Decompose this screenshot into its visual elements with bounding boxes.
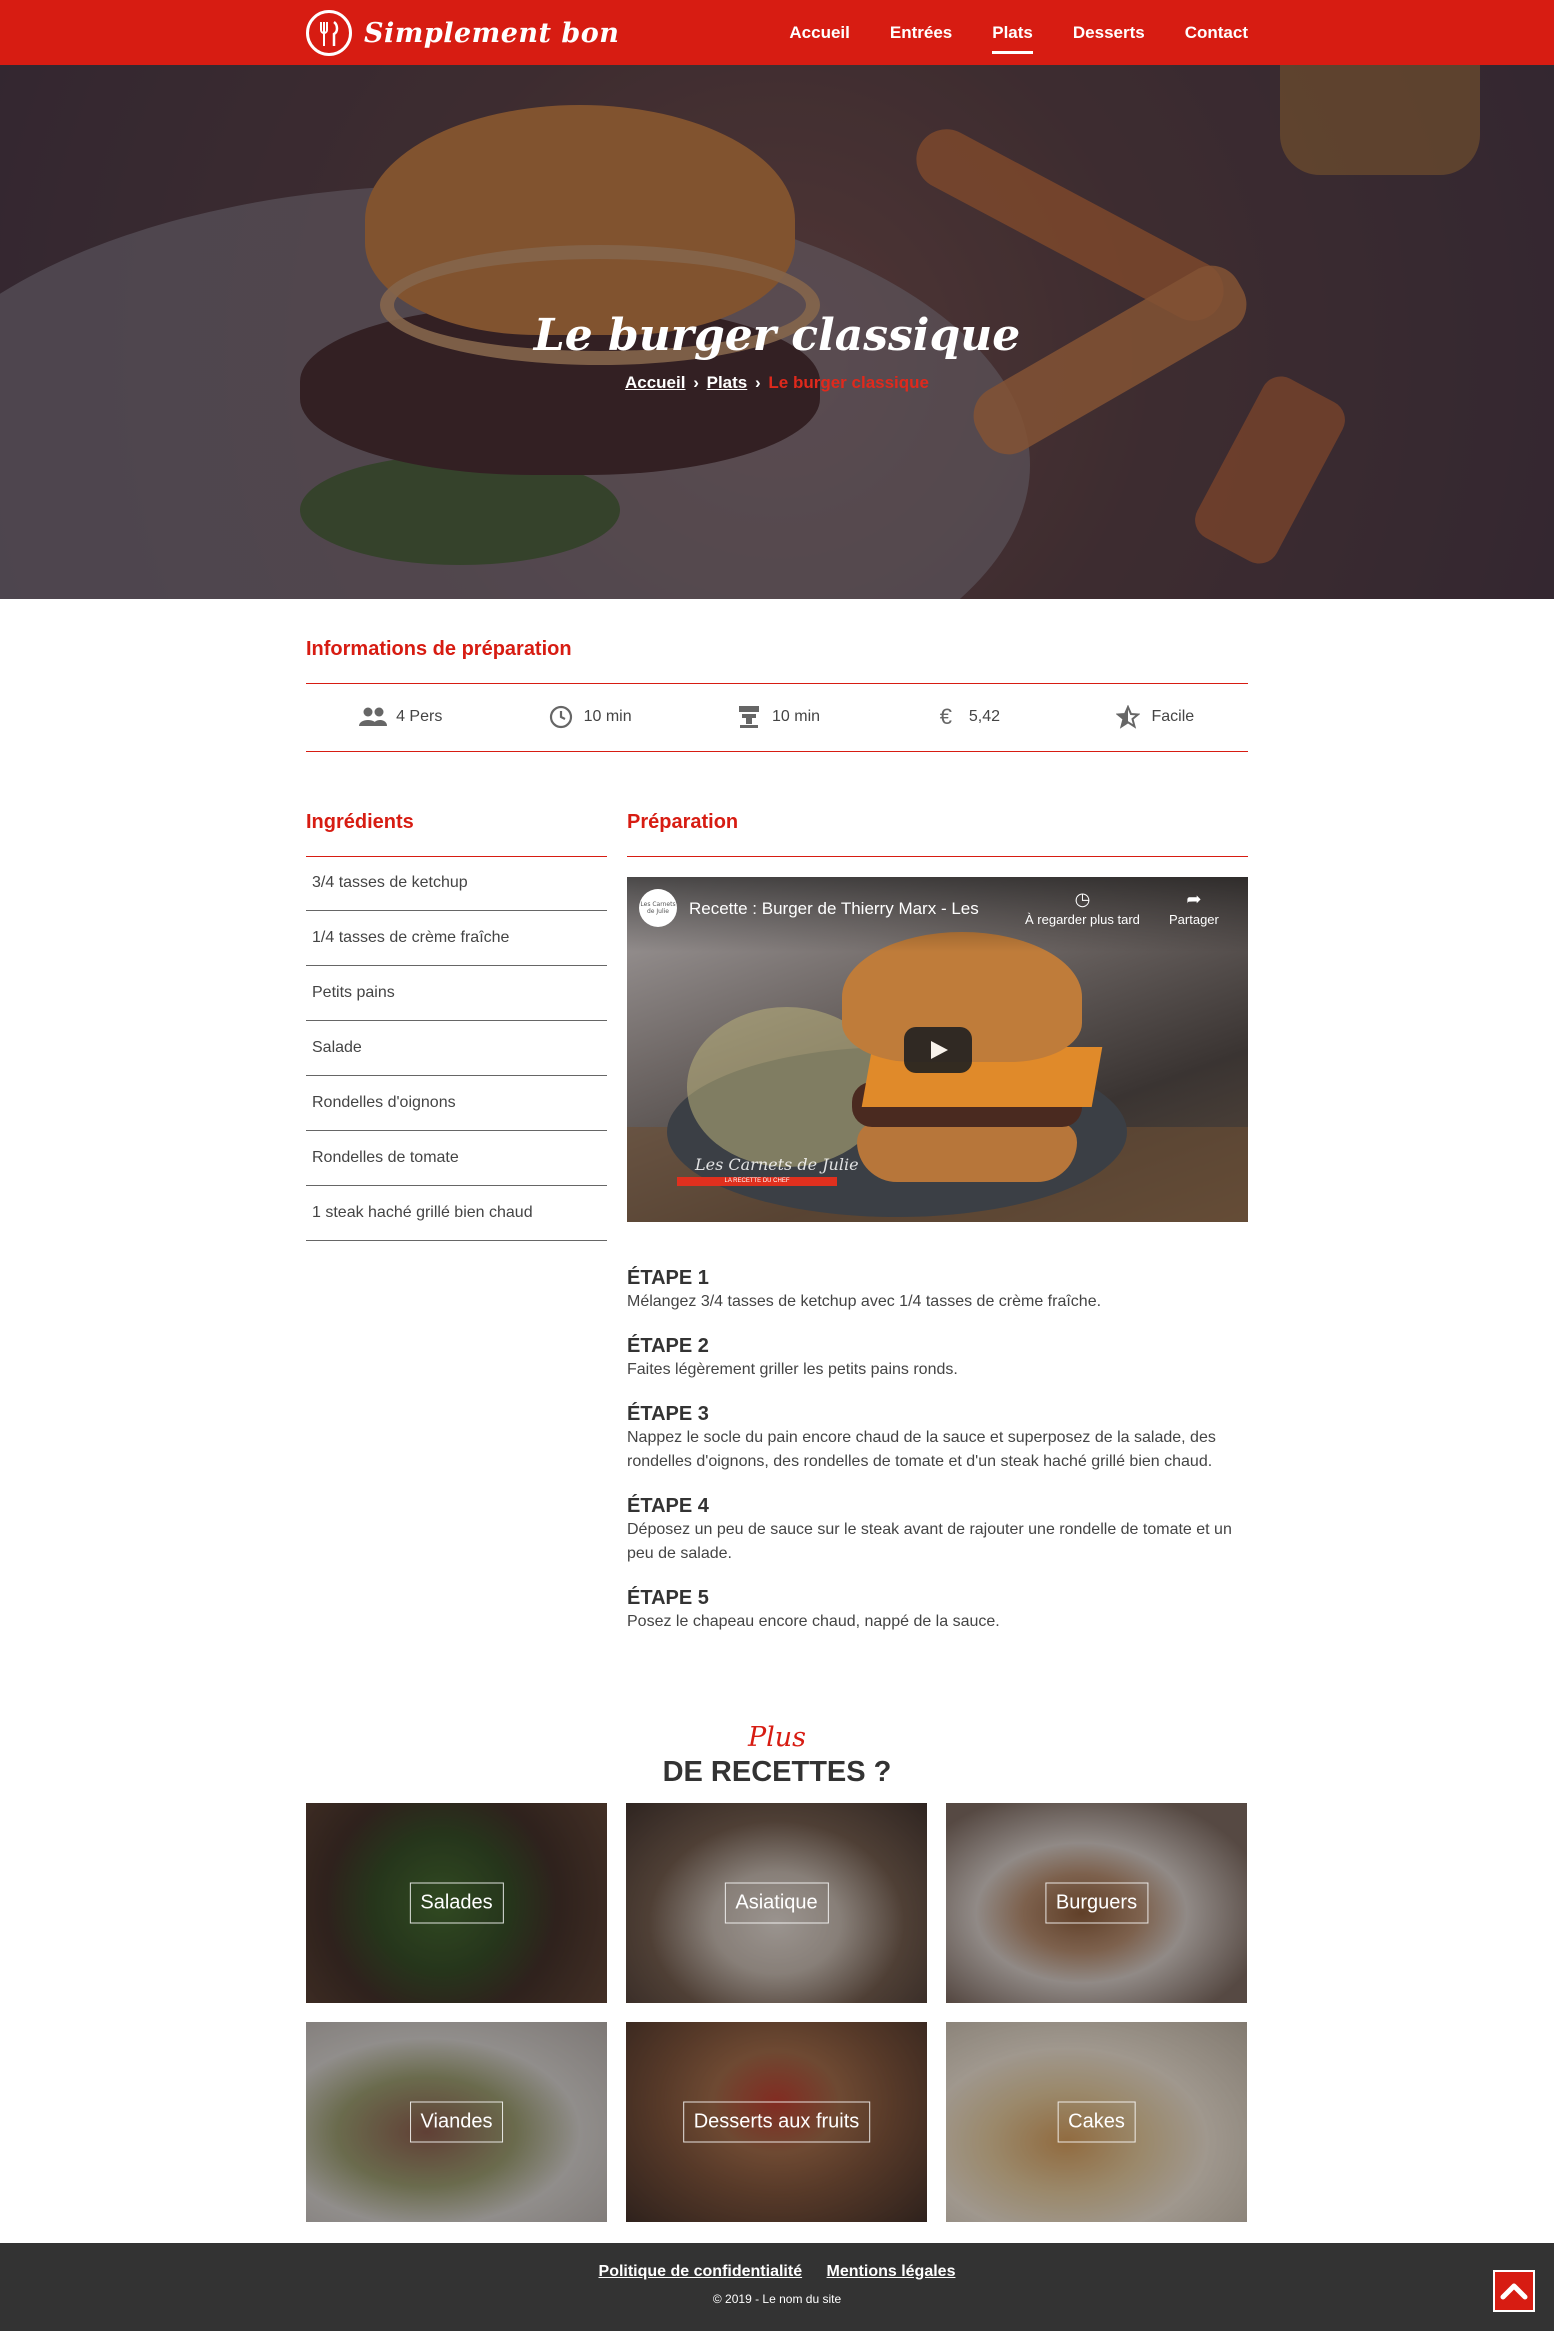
step: ÉTAPE 5 Posez le chapeau encore chaud, n… [627,1586,1248,1634]
category-card-cakes[interactable]: Cakes [946,2022,1247,2222]
list-item: 1/4 tasses de crème fraîche [306,911,607,966]
chevron-right-icon: › [754,373,761,392]
brand-name: Simplement bon [364,17,620,49]
page-title: Le burger classique [533,310,1021,361]
step: ÉTAPE 2 Faites légèrement griller les pe… [627,1334,1248,1382]
step-title: ÉTAPE 2 [627,1335,709,1357]
breadcrumb-current: Le burger classique [768,373,930,392]
share-label: Partager [1169,912,1219,927]
info-servings-value: 4 Pers [396,708,443,725]
info-cook-time-value: 10 min [772,708,821,725]
step-title: ÉTAPE 4 [627,1495,709,1517]
list-item: 1 steak haché grillé bien chaud [306,1186,607,1241]
preparation-infos: 4 Pers 10 min 10 min € 5,42 Facile [306,683,1248,751]
step: ÉTAPE 3 Nappez le socle du pain encore c… [627,1402,1248,1474]
card-label: Burguers [1044,1882,1149,1924]
nav-item-accueil[interactable]: Accueil [789,23,849,43]
chevron-right-icon: › [693,373,699,392]
video-logo: Les Carnets de Julie [695,1155,859,1174]
info-prep-time: 10 min [494,683,682,751]
card-label: Viandes [409,2101,504,2143]
nav-item-desserts[interactable]: Desserts [1073,23,1145,43]
step-title: ÉTAPE 1 [627,1267,709,1289]
fork-knife-icon [306,10,352,56]
info-cook-time: 10 min [683,683,871,751]
hero-banner: Le burger classique Accueil › Plats › Le… [0,65,1554,599]
main-nav: Accueil Entrées Plats Desserts Contact [749,0,1248,65]
legal-link[interactable]: Mentions légales [827,2263,956,2280]
step-title: ÉTAPE 5 [627,1587,709,1609]
copyright: © 2019 - Le nom du site [712,2292,842,2306]
step-text: Mélangez 3/4 tasses de ketchup avec 1/4 … [627,1293,1102,1310]
divider [627,856,1248,857]
card-label: Desserts aux fruits [682,2101,871,2143]
breadcrumb-category[interactable]: Plats [707,373,748,392]
star-icon [1113,704,1143,730]
people-icon [358,704,388,730]
steps-list: ÉTAPE 1 Mélangez 3/4 tasses de ketchup a… [627,1266,1248,1654]
category-card-desserts-fruits[interactable]: Desserts aux fruits [626,2022,927,2222]
breadcrumb: Accueil › Plats › Le burger classique [0,373,1554,393]
info-difficulty: Facile [1060,683,1248,751]
step-text: Posez le chapeau encore chaud, nappé de … [627,1613,1000,1630]
watch-later-label: À regarder plus tard [1025,912,1140,927]
divider [306,751,1248,752]
share-icon: ➦ [1186,889,1202,909]
breadcrumb-home[interactable]: Accueil [625,373,685,392]
preparation-title: Préparation [627,811,739,833]
video-player[interactable]: Les Carnets de Julie Recette : Burger de… [627,877,1248,1222]
info-servings: 4 Pers [306,683,494,751]
list-item: Salade [306,1021,607,1076]
privacy-link[interactable]: Politique de confidentialité [599,2263,803,2280]
clock-icon [546,704,576,730]
cooking-icon [734,704,764,730]
info-cost-value: 5,42 [968,708,1000,725]
ingredients-list: 3/4 tasses de ketchup 1/4 tasses de crèm… [306,856,607,1241]
clock-icon: ◷ [1074,889,1091,909]
footer: Politique de confidentialité Mentions lé… [0,2243,1554,2331]
share-button[interactable]: ➦ Partager [1169,889,1219,927]
step-text: Faites légèrement griller les petits pai… [627,1361,958,1378]
nav-item-entrees[interactable]: Entrées [890,23,952,43]
category-card-asiatique[interactable]: Asiatique [626,1803,927,2003]
category-card-viandes[interactable]: Viandes [306,2022,607,2222]
more-title: DE RECETTES ? [662,1756,892,1788]
video-frame-bun [857,1122,1077,1182]
video-title[interactable]: Recette : Burger de Thierry Marx - Les [689,899,979,919]
card-label: Salades [409,1882,504,1924]
footer-links: Politique de confidentialité Mentions lé… [0,2263,1554,2281]
nav-item-contact[interactable]: Contact [1185,23,1248,43]
more-script: Plus [747,1722,807,1753]
info-difficulty-value: Facile [1151,708,1195,725]
nav-item-plats[interactable]: Plats [992,23,1033,54]
card-label: Cakes [1057,2101,1136,2143]
watch-later-button[interactable]: ◷ À regarder plus tard [1025,889,1140,927]
ingredients-title: Ingrédients [306,811,414,833]
list-item: 3/4 tasses de ketchup [306,856,607,911]
list-item: Petits pains [306,966,607,1021]
category-card-salades[interactable]: Salades [306,1803,607,2003]
back-to-top-button[interactable] [1493,2270,1535,2312]
channel-avatar[interactable]: Les Carnets de Julie [639,889,677,927]
play-button[interactable] [904,1027,972,1073]
card-label: Asiatique [724,1882,829,1924]
step-text: Nappez le socle du pain encore chaud de … [627,1429,1216,1470]
video-band: LA RECETTE DU CHEF [677,1177,837,1186]
list-item: Rondelles d'oignons [306,1076,607,1131]
infos-title: Informations de préparation [306,638,572,660]
navbar: Simplement bon Accueil Entrées Plats Des… [0,0,1554,65]
category-card-burguers[interactable]: Burguers [946,1803,1247,2003]
step: ÉTAPE 4 Déposez un peu de sauce sur le s… [627,1494,1248,1566]
channel-name: Les Carnets de Julie [640,901,676,915]
euro-icon: € [939,704,952,729]
step-title: ÉTAPE 3 [627,1403,709,1425]
info-cost: € 5,42 [871,683,1059,751]
step: ÉTAPE 1 Mélangez 3/4 tasses de ketchup a… [627,1266,1248,1314]
step-text: Déposez un peu de sauce sur le steak ava… [627,1521,1232,1562]
info-prep-time-value: 10 min [583,708,632,725]
brand-logo[interactable]: Simplement bon [306,10,619,56]
list-item: Rondelles de tomate [306,1131,607,1186]
chevron-up-icon [1500,2283,1528,2300]
